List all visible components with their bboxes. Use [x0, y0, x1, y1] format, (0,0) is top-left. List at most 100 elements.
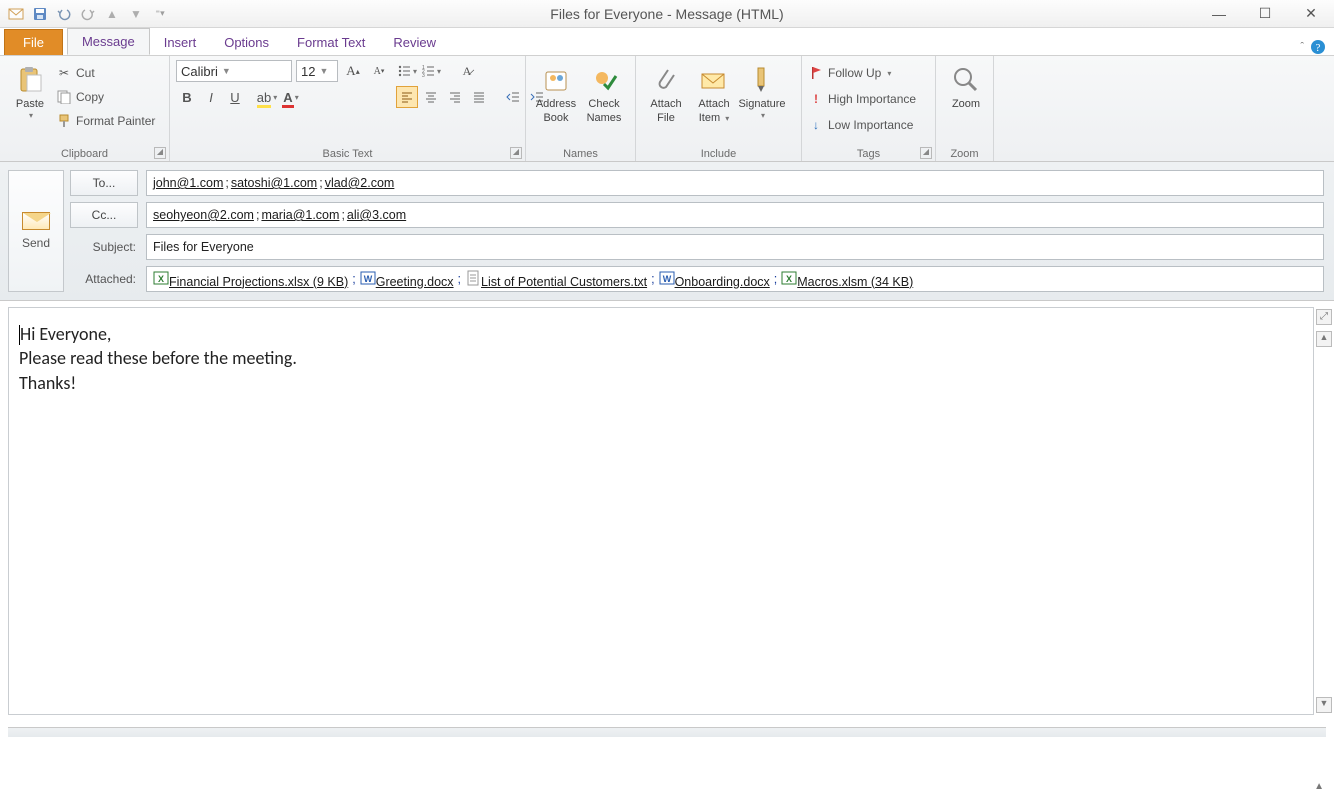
- send-button[interactable]: Send: [8, 170, 64, 292]
- decrease-indent-button[interactable]: [502, 86, 524, 108]
- font-color-button[interactable]: A▾: [280, 86, 302, 108]
- italic-button[interactable]: I: [200, 86, 222, 108]
- subject-field[interactable]: Files for Everyone: [146, 234, 1324, 260]
- group-tags: Follow Up ▾ !High Importance ↓Low Import…: [802, 56, 936, 161]
- paste-icon: [14, 64, 46, 96]
- signature-icon: [746, 64, 778, 96]
- attachment-item[interactable]: Financial Projections.xlsx (9 KB): [169, 275, 348, 289]
- copy-icon: [56, 89, 72, 105]
- address-book-button[interactable]: AddressBook: [532, 60, 580, 124]
- chevron-down-icon: ▼: [222, 66, 231, 76]
- tab-options[interactable]: Options: [210, 30, 283, 55]
- next-icon[interactable]: ▼: [126, 4, 146, 24]
- to-field[interactable]: john@1.com; satoshi@1.com; vlad@2.com: [146, 170, 1324, 196]
- tab-review[interactable]: Review: [379, 30, 450, 55]
- underline-button[interactable]: U: [224, 86, 246, 108]
- cc-button[interactable]: Cc...: [70, 202, 138, 228]
- undo-icon[interactable]: [54, 4, 74, 24]
- clipboard-launcher[interactable]: ◢: [154, 147, 166, 159]
- copy-button[interactable]: Copy: [56, 86, 155, 108]
- flag-icon: [808, 65, 824, 81]
- to-button[interactable]: To...: [70, 170, 138, 196]
- attachment-item[interactable]: List of Potential Customers.txt: [481, 275, 647, 289]
- prev-icon[interactable]: ▲: [102, 4, 122, 24]
- chevron-down-icon: ▾: [761, 112, 765, 121]
- redo-icon[interactable]: [78, 4, 98, 24]
- qat-customize-icon[interactable]: ⁼▾: [150, 4, 170, 24]
- clear-formatting-button[interactable]: A̷: [456, 60, 478, 82]
- check-names-icon: [588, 64, 620, 96]
- bold-button[interactable]: B: [176, 86, 198, 108]
- attachment-item[interactable]: Macros.xlsm (34 KB): [797, 275, 913, 289]
- maximize-button[interactable]: ☐: [1242, 0, 1288, 28]
- save-icon[interactable]: [30, 4, 50, 24]
- font-name-combo[interactable]: Calibri▼: [176, 60, 292, 82]
- recipient-address[interactable]: satoshi@1.com: [231, 176, 317, 190]
- recipient-address[interactable]: maria@1.com: [261, 208, 339, 222]
- cc-field[interactable]: seohyeon@2.com; maria@1.com; ali@3.com: [146, 202, 1324, 228]
- recipient-address[interactable]: vlad@2.com: [325, 176, 395, 190]
- paste-button[interactable]: Paste ▾: [6, 60, 54, 145]
- svg-text:X: X: [158, 274, 164, 284]
- file-icon: W: [659, 270, 675, 286]
- magnifier-icon: [950, 64, 982, 96]
- paperclip-icon: [650, 64, 682, 96]
- attach-item-icon: [698, 64, 730, 96]
- collapse-indicator-icon[interactable]: ▲: [1314, 781, 1324, 792]
- tab-message[interactable]: Message: [67, 28, 150, 55]
- follow-up-button[interactable]: Follow Up ▾: [808, 62, 929, 84]
- align-left-button[interactable]: [396, 86, 418, 108]
- justify-button[interactable]: [468, 86, 490, 108]
- align-right-button[interactable]: [444, 86, 466, 108]
- recipient-address[interactable]: john@1.com: [153, 176, 223, 190]
- low-importance-button[interactable]: ↓Low Importance: [808, 114, 929, 136]
- tags-launcher[interactable]: ◢: [920, 147, 932, 159]
- window-title: Files for Everyone - Message (HTML): [0, 6, 1334, 22]
- body-container: Hi Everyone, Please read these before th…: [0, 301, 1334, 721]
- recipient-address[interactable]: seohyeon@2.com: [153, 208, 254, 222]
- bullets-button[interactable]: ▾: [396, 60, 418, 82]
- high-importance-button[interactable]: !High Importance: [808, 88, 929, 110]
- attach-item-button[interactable]: AttachItem ▾: [690, 60, 738, 124]
- align-center-button[interactable]: [420, 86, 442, 108]
- subject-label: Subject:: [70, 240, 138, 254]
- scroll-down-button[interactable]: ▼: [1316, 697, 1332, 713]
- group-zoom: Zoom Zoom: [936, 56, 994, 161]
- grow-font-button[interactable]: A▴: [342, 60, 364, 82]
- tab-file[interactable]: File: [4, 29, 63, 55]
- scroll-up-button[interactable]: ▲: [1316, 331, 1332, 347]
- scissors-icon: ✂: [56, 65, 72, 81]
- message-body[interactable]: Hi Everyone, Please read these before th…: [8, 307, 1314, 715]
- format-painter-button[interactable]: Format Painter: [56, 110, 155, 132]
- attachment-item[interactable]: Onboarding.docx: [675, 275, 770, 289]
- tab-insert[interactable]: Insert: [150, 30, 211, 55]
- signature-button[interactable]: Signature▾: [738, 60, 786, 124]
- svg-text:?: ?: [1316, 42, 1321, 54]
- check-names-button[interactable]: CheckNames: [580, 60, 628, 124]
- file-icon: X: [781, 270, 797, 286]
- cut-button[interactable]: ✂Cut: [56, 62, 155, 84]
- attach-file-button[interactable]: AttachFile: [642, 60, 690, 124]
- zoom-button[interactable]: Zoom: [942, 60, 990, 110]
- ribbon: Paste ▾ ✂Cut Copy Format Painter Clipboa…: [0, 56, 1334, 162]
- minimize-ribbon-icon[interactable]: ˆ: [1300, 41, 1304, 53]
- svg-text:3: 3: [422, 73, 425, 78]
- help-icon[interactable]: ?: [1310, 39, 1326, 55]
- highlight-button[interactable]: ab▾: [256, 86, 278, 108]
- message-header: Send To... john@1.com; satoshi@1.com; vl…: [0, 162, 1334, 301]
- footer-bar: [8, 727, 1326, 737]
- minimize-button[interactable]: ―: [1196, 0, 1242, 28]
- expand-icon[interactable]: ⤢: [1316, 309, 1332, 325]
- recipient-address[interactable]: ali@3.com: [347, 208, 406, 222]
- svg-text:W: W: [662, 274, 671, 284]
- font-size-combo[interactable]: 12▼: [296, 60, 338, 82]
- basic-text-launcher[interactable]: ◢: [510, 147, 522, 159]
- svg-text:W: W: [363, 274, 372, 284]
- shrink-font-button[interactable]: A▾: [368, 60, 390, 82]
- close-button[interactable]: ✕: [1288, 0, 1334, 28]
- app-icon[interactable]: [6, 4, 26, 24]
- attachments-field[interactable]: XFinancial Projections.xlsx (9 KB); WGre…: [146, 266, 1324, 292]
- numbering-button[interactable]: 123▾: [420, 60, 442, 82]
- attachment-item[interactable]: Greeting.docx: [376, 275, 454, 289]
- tab-format-text[interactable]: Format Text: [283, 30, 379, 55]
